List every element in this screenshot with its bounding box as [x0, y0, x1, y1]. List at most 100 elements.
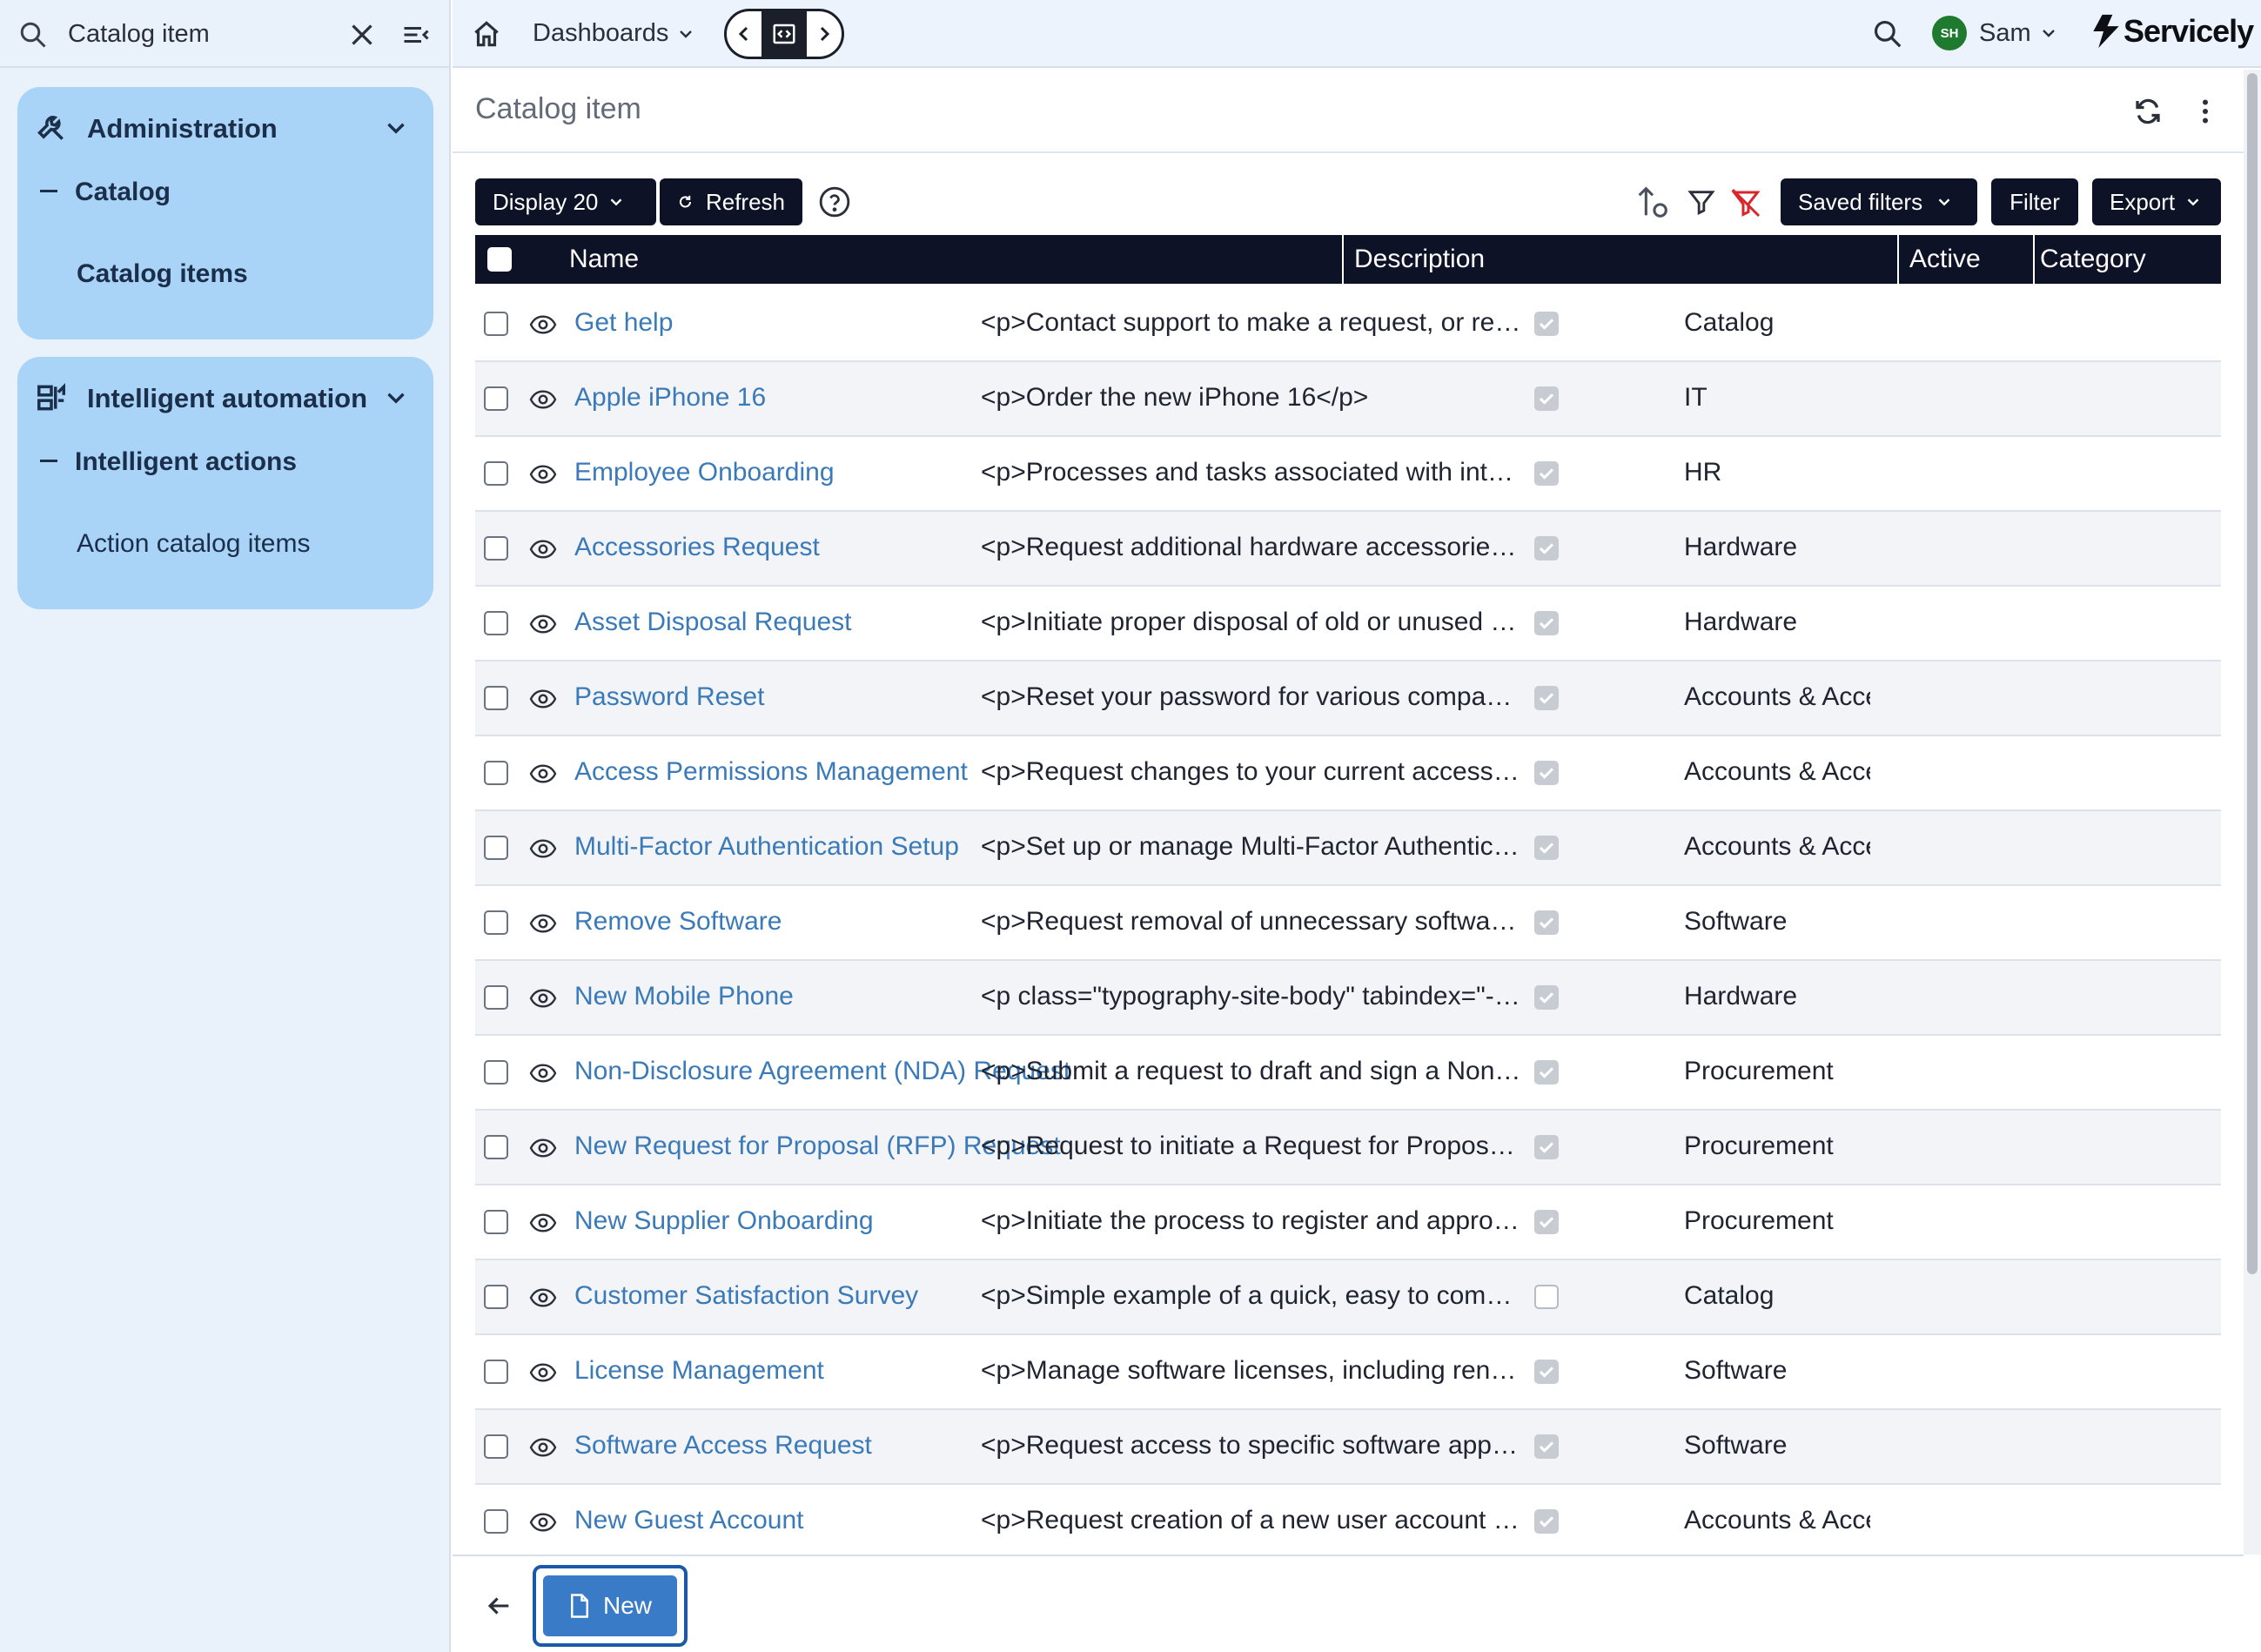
check-icon	[1539, 1217, 1554, 1228]
row-description: <p class="typography-site-body" tabindex…	[981, 982, 1523, 1011]
home-icon[interactable]	[470, 17, 503, 50]
nav-header-administration[interactable]: Administration	[17, 103, 433, 151]
dashboards-menu[interactable]: Dashboards	[533, 19, 696, 48]
row-category: Catalog	[1684, 308, 1775, 337]
new-button-label: New	[602, 1592, 652, 1619]
table-header: Name Description Active Category	[475, 235, 2221, 284]
table-row[interactable]: Remove Software <p>Request removal of unn…	[475, 886, 2221, 961]
row-select-checkbox[interactable]	[484, 1509, 508, 1534]
history-back-button[interactable]	[727, 11, 761, 57]
table-row[interactable]: Accessories Request <p>Request additional…	[475, 512, 2221, 587]
row-select-checkbox[interactable]	[484, 536, 508, 561]
search-icon[interactable]	[1871, 17, 1904, 50]
table-row[interactable]: Employee Onboarding <p>Processes and task…	[475, 437, 2221, 512]
row-select-checkbox[interactable]	[484, 761, 508, 785]
preview-eye-icon[interactable]	[529, 388, 557, 411]
table-row[interactable]: Asset Disposal Request <p>Initiate proper…	[475, 587, 2221, 661]
row-select-checkbox[interactable]	[484, 1060, 508, 1085]
column-header-active[interactable]: Active	[1899, 235, 2035, 284]
row-select-checkbox[interactable]	[484, 1135, 508, 1159]
row-description: <p>Request removal of unnecessary softwa…	[981, 907, 1523, 936]
row-select-checkbox[interactable]	[484, 1360, 508, 1384]
column-header-category[interactable]: Category	[2035, 235, 2221, 284]
preview-eye-icon[interactable]	[529, 912, 557, 935]
preview-eye-icon[interactable]	[529, 538, 557, 561]
close-icon[interactable]	[346, 19, 378, 50]
column-header-description[interactable]: Description	[1344, 235, 1899, 284]
row-select-checkbox[interactable]	[484, 1434, 508, 1459]
row-select-checkbox[interactable]	[484, 1210, 508, 1234]
table-row[interactable]: License Management <p>Manage software lic…	[475, 1335, 2221, 1410]
scrollbar-thumb[interactable]	[2247, 73, 2258, 1274]
row-select-checkbox[interactable]	[484, 836, 508, 860]
user-menu[interactable]: SH Sam	[1932, 16, 2059, 50]
sidebar-item-action-catalog-items[interactable]: Action catalog items	[77, 529, 310, 559]
saved-filters-button[interactable]: Saved filters	[1781, 178, 1977, 225]
table-row[interactable]: New Guest Account <p>Request creation of …	[475, 1485, 2221, 1560]
sidebar-search-input[interactable]	[68, 12, 329, 56]
history-forward-button[interactable]	[807, 11, 842, 57]
row-select-checkbox[interactable]	[484, 386, 508, 411]
sync-icon[interactable]	[2132, 96, 2164, 127]
code-view-button[interactable]	[761, 11, 807, 57]
preview-eye-icon[interactable]	[529, 613, 557, 635]
back-arrow-icon[interactable]	[484, 1591, 513, 1621]
sidebar-item-catalog-items[interactable]: Catalog items	[77, 259, 248, 289]
sidebar-item-catalog[interactable]: Catalog	[40, 178, 171, 207]
row-category: Software	[1684, 907, 1788, 936]
chevron-down-icon[interactable]	[381, 383, 411, 413]
export-button[interactable]: Export	[2092, 178, 2221, 225]
more-vertical-icon[interactable]	[2190, 96, 2221, 127]
preview-eye-icon[interactable]	[529, 313, 557, 336]
row-select-checkbox[interactable]	[484, 461, 508, 486]
dash-icon	[40, 189, 57, 192]
preview-eye-icon[interactable]	[529, 762, 557, 785]
sidebar: Administration Catalog Catalog items Int…	[0, 0, 451, 1652]
table-row[interactable]: Multi-Factor Authentication Setup <p>Set …	[475, 811, 2221, 886]
row-select-checkbox[interactable]	[484, 686, 508, 710]
row-select-checkbox[interactable]	[484, 312, 508, 336]
preview-eye-icon[interactable]	[529, 688, 557, 710]
chevron-down-icon[interactable]	[381, 113, 411, 143]
table-row[interactable]: Customer Satisfaction Survey <p>Simple ex…	[475, 1260, 2221, 1335]
filter-icon[interactable]	[1687, 187, 1716, 217]
table-row[interactable]: New Request for Proposal (RFP) Request <p…	[475, 1111, 2221, 1185]
row-select-checkbox[interactable]	[484, 910, 508, 935]
new-button[interactable]: New	[543, 1575, 677, 1636]
preview-eye-icon[interactable]	[529, 463, 557, 486]
preview-eye-icon[interactable]	[529, 1511, 557, 1534]
clear-filter-icon[interactable]	[1730, 187, 1761, 218]
page-title: Catalog item	[475, 92, 641, 125]
preview-eye-icon[interactable]	[529, 987, 557, 1010]
brand-logo[interactable]: Servicely	[2090, 12, 2254, 50]
preview-eye-icon[interactable]	[529, 1286, 557, 1309]
table-row[interactable]: Access Permissions Management <p>Request …	[475, 736, 2221, 811]
table-row[interactable]: New Mobile Phone <p class="typography-sit…	[475, 961, 2221, 1036]
table-row[interactable]: Non-Disclosure Agreement (NDA) Request <p…	[475, 1036, 2221, 1111]
row-select-checkbox[interactable]	[484, 985, 508, 1010]
display-count-button[interactable]: Display 20	[475, 178, 656, 225]
row-select-checkbox[interactable]	[484, 611, 508, 635]
column-header-name[interactable]: Name	[475, 235, 1344, 284]
table-row[interactable]: Get help <p>Contact support to make a req…	[475, 287, 2221, 362]
table-row[interactable]: Software Access Request <p>Request access…	[475, 1410, 2221, 1485]
help-icon[interactable]	[818, 185, 851, 218]
preview-eye-icon[interactable]	[529, 837, 557, 860]
preview-eye-icon[interactable]	[529, 1137, 557, 1159]
collapse-menu-icon[interactable]	[400, 19, 432, 50]
table-row[interactable]: Apple iPhone 16 <p>Order the new iPhone 1…	[475, 362, 2221, 437]
nav-header-intelligent-automation[interactable]: Intelligent automation	[17, 373, 433, 421]
table-row[interactable]: Password Reset <p>Reset your password for…	[475, 661, 2221, 736]
sort-icon[interactable]	[1633, 182, 1673, 222]
sidebar-item-intelligent-actions[interactable]: Intelligent actions	[40, 447, 297, 477]
preview-eye-icon[interactable]	[529, 1361, 557, 1384]
preview-eye-icon[interactable]	[529, 1436, 557, 1459]
table-row[interactable]: New Supplier Onboarding <p>Initiate the p…	[475, 1185, 2221, 1260]
preview-eye-icon[interactable]	[529, 1212, 557, 1234]
filter-button[interactable]: Filter	[1991, 178, 2078, 225]
refresh-button[interactable]: Refresh	[660, 178, 802, 225]
preview-eye-icon[interactable]	[529, 1062, 557, 1085]
row-select-checkbox[interactable]	[484, 1285, 508, 1309]
row-description: <p>Request access to specific software a…	[981, 1431, 1523, 1460]
row-category: Procurement	[1684, 1206, 1834, 1235]
